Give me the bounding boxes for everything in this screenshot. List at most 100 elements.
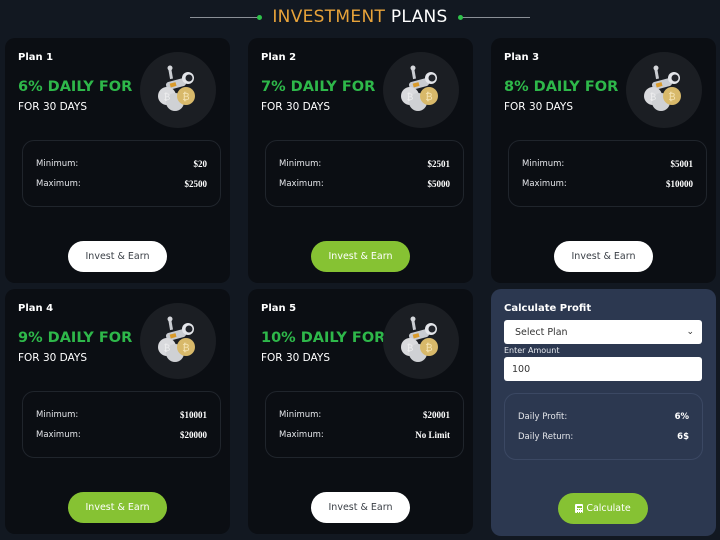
plan-duration: FOR 30 DAYS <box>18 101 87 113</box>
heading-divider-left <box>190 14 263 20</box>
plan-limits: Minimum: $5001 Maximum: $10000 <box>508 140 707 207</box>
minimum-value: $5001 <box>670 159 694 169</box>
svg-text:₿: ₿ <box>164 343 171 354</box>
daily-profit-label: Daily Profit: <box>518 412 568 422</box>
plan-name: Plan 2 <box>261 52 297 63</box>
plan-select-value: Select Plan <box>515 326 568 338</box>
plan-select[interactable]: Select Plan ⌄ <box>504 320 702 344</box>
amount-label: Enter Amount <box>504 346 560 355</box>
svg-text:₿: ₿ <box>407 343 414 354</box>
section-title-plain: PLANS <box>390 7 448 27</box>
minimum-row: Minimum: $5001 <box>522 159 693 169</box>
plan-limits: Minimum: $20001 Maximum: No Limit <box>265 391 464 458</box>
plan-limits: Minimum: $2501 Maximum: $5000 <box>265 140 464 207</box>
plan-rate: 9% DAILY FOR <box>18 330 133 346</box>
plan-name: Plan 4 <box>18 303 54 314</box>
astronaut-bitcoin-coins-icon: ₿ ₿ <box>383 52 459 128</box>
calculator-icon <box>575 504 584 513</box>
svg-text:₿: ₿ <box>425 91 432 103</box>
astronaut-figure <box>408 65 437 90</box>
calculate-profit-panel: Calculate Profit Select Plan ⌄ Enter Amo… <box>491 289 716 536</box>
svg-text:₿: ₿ <box>650 92 657 103</box>
maximum-value: $5000 <box>427 179 451 189</box>
maximum-row: Maximum: $20000 <box>36 430 207 440</box>
invest-earn-button[interactable]: Invest & Earn <box>311 241 410 272</box>
maximum-value: $2500 <box>184 179 208 189</box>
plan-duration: FOR 30 DAYS <box>18 352 87 364</box>
amount-input[interactable] <box>504 357 702 381</box>
maximum-row: Maximum: $10000 <box>522 179 693 189</box>
calculator-title: Calculate Profit <box>504 303 592 314</box>
maximum-label: Maximum: <box>36 430 81 440</box>
minimum-value: $10001 <box>180 410 207 420</box>
invest-earn-button[interactable]: Invest & Earn <box>554 241 653 272</box>
invest-earn-button[interactable]: Invest & Earn <box>68 241 167 272</box>
section-title-accent: INVESTMENT <box>272 7 386 27</box>
chevron-down-icon: ⌄ <box>686 327 694 337</box>
plan-rate: 10% DAILY FOR <box>261 330 386 346</box>
plan-rate: 6% DAILY FOR <box>18 79 133 95</box>
astronaut-figure <box>408 316 437 341</box>
minimum-label: Minimum: <box>36 159 79 169</box>
astronaut-figure <box>165 65 194 90</box>
plan-limits: Minimum: $20 Maximum: $2500 <box>22 140 221 207</box>
plan-card-1: Plan 1 6% DAILY FOR FOR 30 DAYS ₿ ₿ Mini… <box>5 38 230 283</box>
daily-profit-value: 6% <box>674 412 689 422</box>
plan-name: Plan 3 <box>504 52 540 63</box>
invest-earn-button[interactable]: Invest & Earn <box>68 492 167 523</box>
maximum-value: No Limit <box>415 430 450 440</box>
minimum-value: $20 <box>193 159 208 169</box>
maximum-label: Maximum: <box>522 179 567 189</box>
astronaut-bitcoin-coins-icon: ₿ ₿ <box>383 303 459 379</box>
svg-text:₿: ₿ <box>182 342 189 354</box>
plan-name: Plan 1 <box>18 52 54 63</box>
astronaut-figure <box>165 316 194 341</box>
svg-text:₿: ₿ <box>668 91 675 103</box>
plan-duration: FOR 30 DAYS <box>504 101 573 113</box>
minimum-row: Minimum: $10001 <box>36 410 207 420</box>
minimum-value: $20001 <box>423 410 450 420</box>
maximum-value: $10000 <box>666 179 693 189</box>
calculate-button-label: Calculate <box>586 503 631 514</box>
plan-limits: Minimum: $10001 Maximum: $20000 <box>22 391 221 458</box>
svg-text:₿: ₿ <box>407 92 414 103</box>
astronaut-bitcoin-coins-icon: ₿ ₿ <box>140 52 216 128</box>
maximum-label: Maximum: <box>279 430 324 440</box>
plan-duration: FOR 30 DAYS <box>261 352 330 364</box>
minimum-label: Minimum: <box>279 410 322 420</box>
maximum-label: Maximum: <box>36 179 81 189</box>
maximum-row: Maximum: No Limit <box>279 430 450 440</box>
section-heading: INVESTMENT PLANS <box>0 0 720 34</box>
invest-earn-button[interactable]: Invest & Earn <box>311 492 410 523</box>
maximum-row: Maximum: $2500 <box>36 179 207 189</box>
plan-name: Plan 5 <box>261 303 297 314</box>
minimum-label: Minimum: <box>279 159 322 169</box>
plan-duration: FOR 30 DAYS <box>261 101 330 113</box>
daily-return-row: Daily Return: 6$ <box>518 432 689 442</box>
maximum-label: Maximum: <box>279 179 324 189</box>
plan-card-3: Plan 3 8% DAILY FOR FOR 30 DAYS ₿ ₿ Mini… <box>491 38 716 283</box>
astronaut-figure <box>651 65 680 90</box>
plan-card-2: Plan 2 7% DAILY FOR FOR 30 DAYS ₿ ₿ Mini… <box>248 38 473 283</box>
calculate-button[interactable]: Calculate <box>558 493 648 524</box>
minimum-label: Minimum: <box>522 159 565 169</box>
minimum-value: $2501 <box>427 159 451 169</box>
svg-text:₿: ₿ <box>164 92 171 103</box>
maximum-value: $20000 <box>180 430 207 440</box>
section-title: INVESTMENT PLANS <box>272 7 447 27</box>
astronaut-bitcoin-coins-icon: ₿ ₿ <box>626 52 702 128</box>
minimum-row: Minimum: $2501 <box>279 159 450 169</box>
maximum-row: Maximum: $5000 <box>279 179 450 189</box>
minimum-label: Minimum: <box>36 410 79 420</box>
plan-rate: 8% DAILY FOR <box>504 79 619 95</box>
heading-divider-right <box>457 14 530 20</box>
daily-profit-row: Daily Profit: 6% <box>518 412 689 422</box>
minimum-row: Minimum: $20001 <box>279 410 450 420</box>
profit-results: Daily Profit: 6% Daily Return: 6$ <box>504 393 703 460</box>
svg-text:₿: ₿ <box>182 91 189 103</box>
astronaut-bitcoin-coins-icon: ₿ ₿ <box>140 303 216 379</box>
plan-card-4: Plan 4 9% DAILY FOR FOR 30 DAYS ₿ ₿ Mini… <box>5 289 230 534</box>
minimum-row: Minimum: $20 <box>36 159 207 169</box>
daily-return-label: Daily Return: <box>518 432 574 442</box>
daily-return-value: 6$ <box>677 432 689 442</box>
